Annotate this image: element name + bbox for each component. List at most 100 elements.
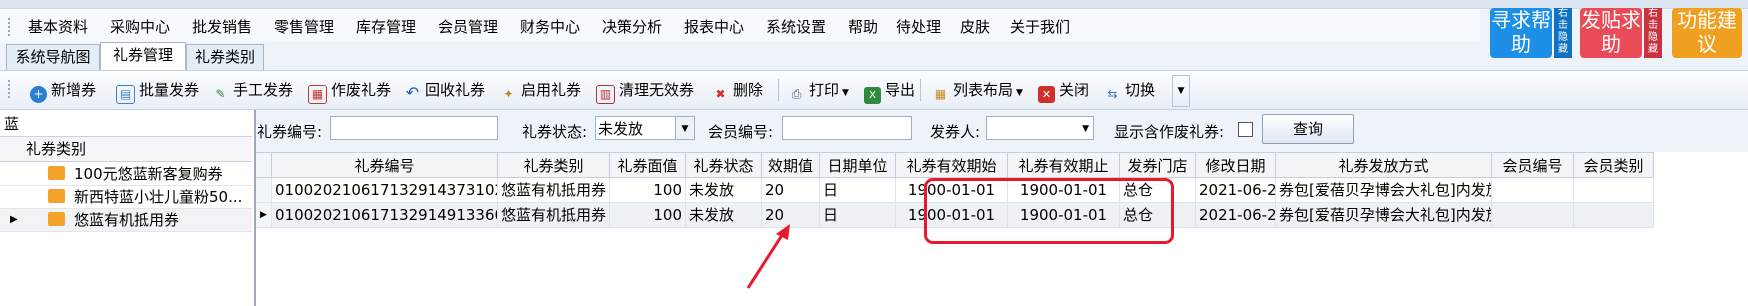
tab-coupon-category[interactable]: 礼券类别 bbox=[186, 44, 264, 70]
void-coupon-label: 作废礼券 bbox=[331, 81, 392, 99]
col-header[interactable]: 会员编号 bbox=[1492, 152, 1574, 178]
switch-icon: ⇆ bbox=[1107, 87, 1118, 101]
col-header[interactable]: 礼券有效期始 bbox=[896, 152, 1008, 178]
menu-basic-data[interactable]: 基本资料 bbox=[28, 14, 88, 39]
print-button[interactable]: ⎙ 打印 ▼ bbox=[788, 80, 849, 101]
row-pointer-icon[interactable]: ▶ bbox=[256, 203, 272, 228]
export-label: 导出 bbox=[885, 81, 916, 99]
category-panel-header: 礼券类别 bbox=[0, 136, 252, 162]
col-header[interactable]: 效期值 bbox=[762, 152, 820, 178]
cell-member-type bbox=[1574, 203, 1654, 228]
layout-button[interactable]: ▦ 列表布局 ▼ bbox=[932, 80, 1023, 101]
toolbar: + 新增券 ▤ 批量发券 ✎ 手工发券 ▦ 作废礼券 ↶ 回收礼券 ✦ 启用礼券 ▥ 清理无效… bbox=[0, 70, 1748, 110]
switch-button[interactable]: ⇆ 切换 bbox=[1104, 80, 1155, 101]
help-promo-button[interactable]: 寻求帮助 bbox=[1490, 8, 1552, 58]
status-select[interactable]: 未发放 ▼ bbox=[595, 116, 695, 140]
col-header[interactable]: 日期单位 bbox=[820, 152, 896, 178]
cell-member-no bbox=[1492, 178, 1574, 203]
clean-invalid-button[interactable]: ▥ 清理无效券 bbox=[596, 80, 695, 104]
category-item-label: 新西特蓝小壮儿童粉50... bbox=[74, 188, 243, 206]
export-button[interactable]: X 导出 bbox=[864, 80, 916, 104]
menu-help[interactable]: 帮助 bbox=[848, 14, 878, 39]
manual-issue-button[interactable]: ✎ 手工发券 bbox=[212, 80, 293, 101]
category-item-selected[interactable]: ▶ 悠蓝有机抵用券 bbox=[0, 209, 252, 232]
tab-system-nav[interactable]: 系统导航图 bbox=[6, 44, 100, 70]
enable-icon: ✦ bbox=[503, 87, 514, 101]
void-coupon-button[interactable]: ▦ 作废礼券 bbox=[308, 80, 392, 104]
menu-bar: 基本资料 采购中心 批发销售 零售管理 库存管理 会员管理 财务中心 决策分析 … bbox=[0, 9, 1480, 42]
toolbar-grip bbox=[8, 80, 13, 98]
category-item[interactable]: 新西特蓝小壮儿童粉50... bbox=[0, 186, 252, 209]
status-select-value: 未发放 bbox=[598, 120, 644, 138]
menu-wholesale[interactable]: 批发销售 bbox=[192, 14, 252, 39]
cell-validity: 20 bbox=[762, 178, 820, 203]
close-button[interactable]: ✕ 关闭 bbox=[1038, 80, 1090, 103]
post-promo-button[interactable]: 发贴求助 bbox=[1580, 8, 1642, 58]
post-promo-hide[interactable]: 右击隐藏 bbox=[1644, 8, 1662, 58]
print-dropdown-icon[interactable]: ▼ bbox=[842, 88, 849, 98]
cell-member-no bbox=[1492, 203, 1574, 228]
coupon-no-input[interactable] bbox=[330, 116, 498, 140]
cell-face-value: 100 bbox=[610, 203, 686, 228]
show-void-checkbox[interactable] bbox=[1238, 122, 1253, 137]
category-panel: 蓝 礼券类别 100元悠蓝新客复购券 新西特蓝小壮儿童粉50... ▶ 悠蓝有机抵… bbox=[0, 110, 256, 306]
layout-label: 列表布局 bbox=[953, 81, 1014, 99]
batch-issue-button[interactable]: ▤ 批量发券 bbox=[116, 80, 200, 104]
col-header[interactable]: 会员类别 bbox=[1574, 152, 1654, 178]
menu-skin[interactable]: 皮肤 bbox=[960, 14, 990, 39]
col-header[interactable]: 礼券面值 bbox=[610, 152, 686, 178]
menu-member[interactable]: 会员管理 bbox=[438, 14, 498, 39]
query-button[interactable]: 查询 bbox=[1262, 114, 1354, 144]
category-search-input[interactable]: 蓝 bbox=[4, 113, 19, 134]
menu-retail[interactable]: 零售管理 bbox=[274, 14, 334, 39]
batch-issue-label: 批量发券 bbox=[139, 81, 200, 99]
add-coupon-button[interactable]: + 新增券 bbox=[30, 80, 97, 103]
menu-purchase[interactable]: 采购中心 bbox=[110, 14, 170, 39]
toolbar-overflow-button[interactable]: ▼ bbox=[1172, 75, 1190, 107]
col-header[interactable]: 发券门店 bbox=[1120, 152, 1196, 178]
menu-finance[interactable]: 财务中心 bbox=[520, 14, 580, 39]
col-header[interactable]: 礼券状态 bbox=[686, 152, 762, 178]
folder-icon bbox=[48, 166, 65, 180]
tab-coupon-manage[interactable]: 礼券管理 bbox=[100, 42, 186, 70]
show-void-label: 显示含作废礼券: bbox=[1114, 123, 1225, 141]
export-icon: X bbox=[864, 87, 881, 104]
cell-coupon-no: 010020210617132914373102 bbox=[272, 178, 498, 203]
close-label: 关闭 bbox=[1059, 81, 1090, 99]
layout-dropdown-icon[interactable]: ▼ bbox=[1016, 88, 1023, 98]
menu-report[interactable]: 报表中心 bbox=[684, 14, 744, 39]
menu-grip bbox=[8, 18, 13, 36]
add-coupon-label: 新增券 bbox=[51, 81, 97, 99]
arrow-line bbox=[746, 231, 786, 289]
issuer-label: 发券人: bbox=[930, 123, 981, 141]
col-header[interactable]: 礼券有效期止 bbox=[1008, 152, 1120, 178]
category-item-label: 100元悠蓝新客复购券 bbox=[74, 165, 223, 183]
toolbar-separator bbox=[920, 79, 921, 101]
recycle-coupon-button[interactable]: ↶ 回收礼券 bbox=[404, 80, 485, 101]
chevron-down-icon[interactable]: ▼ bbox=[1082, 117, 1089, 141]
row-indicator[interactable] bbox=[256, 178, 272, 203]
menu-settings[interactable]: 系统设置 bbox=[766, 14, 826, 39]
suggest-promo-button[interactable]: 功能建议 bbox=[1672, 8, 1742, 58]
print-label: 打印 bbox=[809, 81, 840, 99]
chevron-down-icon[interactable]: ▼ bbox=[675, 117, 694, 139]
menu-pending[interactable]: 待处理 bbox=[896, 14, 941, 39]
menu-inventory[interactable]: 库存管理 bbox=[356, 14, 416, 39]
print-icon: ⎙ bbox=[791, 87, 802, 101]
delete-button[interactable]: ✖ 删除 bbox=[712, 80, 763, 101]
col-header[interactable]: 礼券编号 bbox=[272, 152, 498, 178]
menu-about[interactable]: 关于我们 bbox=[1010, 14, 1070, 39]
clean-invalid-label: 清理无效券 bbox=[619, 81, 695, 99]
category-item[interactable]: 100元悠蓝新客复购券 bbox=[0, 163, 252, 186]
member-no-input[interactable] bbox=[782, 116, 912, 140]
cell-member-type bbox=[1574, 178, 1654, 203]
delete-icon: ✖ bbox=[715, 87, 726, 101]
issuer-select[interactable]: ▼ bbox=[986, 116, 1094, 140]
help-promo-hide[interactable]: 右击隐藏 bbox=[1554, 8, 1572, 58]
col-header[interactable]: 礼券类别 bbox=[498, 152, 610, 178]
col-header[interactable]: 修改日期 bbox=[1196, 152, 1276, 178]
menu-decision[interactable]: 决策分析 bbox=[602, 14, 662, 39]
category-item-label: 悠蓝有机抵用券 bbox=[74, 211, 180, 229]
col-header[interactable]: 礼券发放方式 bbox=[1276, 152, 1492, 178]
enable-coupon-button[interactable]: ✦ 启用礼券 bbox=[500, 80, 581, 101]
